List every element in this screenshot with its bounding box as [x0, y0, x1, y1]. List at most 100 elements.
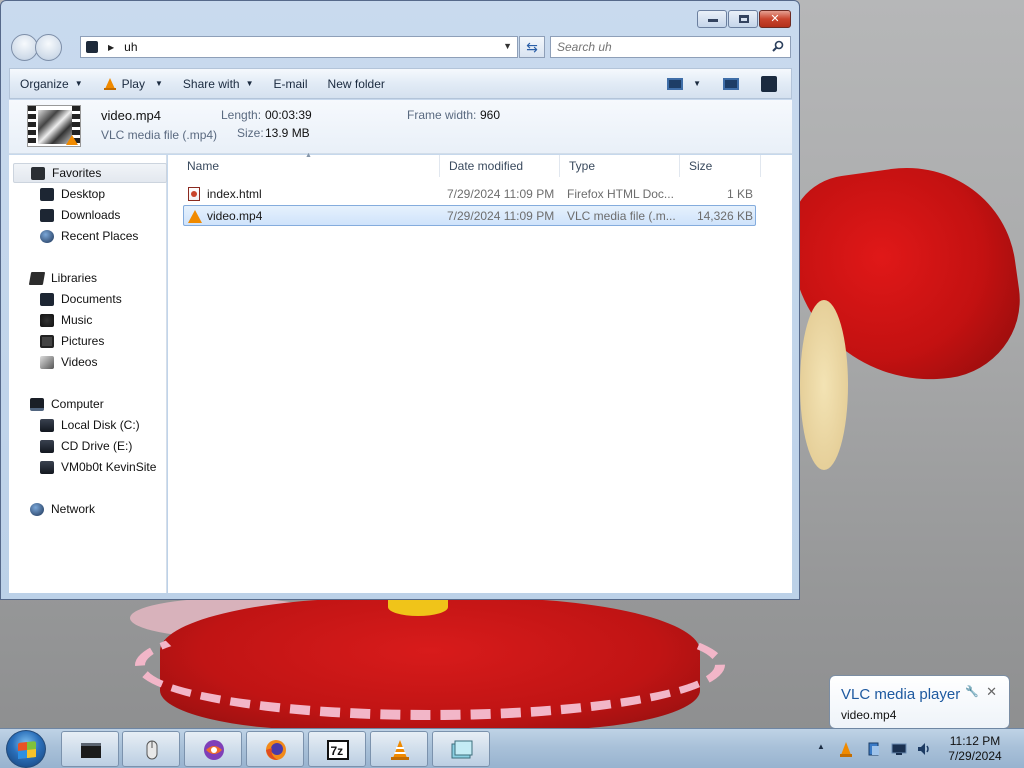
share-with-button[interactable]: Share with ▼ [173, 69, 264, 98]
window-controls: ✕ [697, 10, 791, 28]
nav-recent-places[interactable]: Recent Places [40, 226, 138, 246]
nav-network-label: Network [51, 502, 96, 516]
taskbar-app-cmd[interactable] [61, 731, 119, 767]
firefox-icon [266, 740, 286, 760]
file-row-video-mp4[interactable]: video.mp4 7/29/2024 11:09 PM VLC media f… [183, 205, 756, 226]
wallpaper-yellow-bow [388, 598, 448, 616]
size-label: Size: [237, 126, 264, 140]
nav-pictures[interactable]: Pictures [40, 331, 104, 351]
file-row-index-html[interactable]: index.html 7/29/2024 11:09 PM Firefox HT… [183, 184, 756, 205]
vlc-cone-icon [103, 77, 116, 90]
taskbar-app-browser[interactable] [184, 731, 242, 767]
vlc-cone-icon [188, 210, 202, 223]
taskbar-app-vlc[interactable] [370, 731, 428, 767]
size-value: 13.9 MB [265, 126, 310, 140]
vlc-cone-icon [391, 740, 409, 760]
nav-downloads-label: Downloads [61, 208, 121, 222]
browser-swirl-icon [204, 740, 224, 760]
email-button[interactable]: E-mail [264, 69, 318, 98]
refresh-button[interactable]: ⇆ [519, 36, 545, 58]
nav-recent-places-label: Recent Places [61, 229, 139, 243]
maximize-button[interactable] [728, 10, 758, 28]
nav-local-disk-label: Local Disk (C:) [61, 418, 140, 432]
show-hidden-icons-arrow-icon[interactable]: ▲ [817, 742, 825, 751]
close-icon: ✕ [770, 13, 780, 25]
column-header-size[interactable]: Size [680, 155, 761, 177]
nav-music[interactable]: Music [40, 310, 92, 330]
nav-favorites[interactable]: Favorites [13, 163, 167, 183]
organize-label: Organize [20, 76, 69, 91]
search-input[interactable] [557, 37, 757, 57]
taskbar-app-mouse[interactable] [122, 731, 180, 767]
volume-icon[interactable] [916, 741, 932, 757]
nav-videos[interactable]: Videos [40, 352, 97, 372]
change-view-icon[interactable] [667, 77, 684, 90]
selected-file-type: VLC media file (.mp4) [101, 128, 218, 142]
breadcrumb-current-folder[interactable]: uh [124, 40, 137, 54]
nav-documents[interactable]: Documents [40, 289, 122, 309]
search-box[interactable] [550, 36, 791, 58]
back-button[interactable] [11, 34, 38, 61]
length-label: Length: [221, 108, 262, 122]
column-header-date[interactable]: Date modified [440, 155, 560, 177]
nav-network-drive[interactable]: VM0b0t KevinSite [40, 457, 156, 477]
view-options-dropdown-icon[interactable]: ▼ [693, 79, 701, 88]
play-label: Play [121, 76, 145, 91]
command-bar: Organize ▼ Play ▼ Share with ▼ E-mail Ne… [9, 68, 792, 99]
file-size: 14,326 KB [696, 209, 753, 223]
nav-computer[interactable]: Computer [30, 394, 104, 414]
minimize-button[interactable] [697, 10, 727, 28]
file-date: 7/29/2024 11:09 PM [447, 187, 555, 201]
options-wrench-icon[interactable]: 🔧 [965, 685, 979, 698]
nav-local-disk[interactable]: Local Disk (C:) [40, 415, 140, 435]
search-icon[interactable] [772, 40, 784, 52]
wallpaper-hair [800, 300, 848, 470]
forward-button[interactable] [35, 34, 62, 61]
file-type: VLC media file (.m... [567, 209, 676, 223]
help-icon[interactable] [761, 75, 777, 92]
taskbar-app-7zip[interactable]: 7z [308, 731, 366, 767]
downloads-icon [40, 208, 54, 222]
nav-cd-drive-label: CD Drive (E:) [61, 439, 133, 453]
system-clock[interactable]: 11:12 PM 7/29/2024 [940, 734, 1010, 764]
network-icon [30, 502, 44, 516]
nav-favorites-label: Favorites [52, 166, 102, 180]
videos-icon [40, 355, 54, 369]
new-folder-label: New folder [327, 76, 385, 91]
nav-libraries[interactable]: Libraries [28, 268, 97, 288]
preview-pane-icon[interactable] [723, 77, 739, 90]
play-button[interactable]: Play ▼ [93, 69, 173, 98]
start-button[interactable] [6, 730, 46, 768]
nav-documents-label: Documents [61, 292, 122, 306]
action-center-icon[interactable] [866, 741, 882, 757]
organize-button[interactable]: Organize ▼ [10, 69, 93, 98]
details-header: video.mp4 VLC media file (.mp4) Length: … [9, 100, 792, 154]
close-button[interactable]: ✕ [759, 10, 791, 28]
history-nav [11, 34, 62, 61]
notification-balloon[interactable]: VLC media player 🔧 ✕ video.mp4 [829, 675, 1010, 737]
vlc-tray-icon[interactable] [838, 741, 854, 757]
pictures-icon [40, 334, 54, 348]
address-bar[interactable]: ▶ uh ▼ [80, 36, 518, 58]
nav-cd-drive[interactable]: CD Drive (E:) [40, 436, 132, 456]
breadcrumb-arrow-icon[interactable]: ▶ [108, 43, 114, 52]
maximize-icon [739, 15, 749, 23]
new-folder-button[interactable]: New folder [318, 69, 395, 98]
windows-logo-icon [18, 741, 36, 759]
7zip-icon: 7z [327, 740, 349, 760]
address-history-dropdown-icon[interactable]: ▼ [503, 41, 512, 51]
column-header-type[interactable]: Type [560, 155, 680, 177]
chevron-down-icon: ▼ [154, 79, 163, 88]
file-name: video.mp4 [207, 209, 263, 223]
column-header-name[interactable]: Name [178, 155, 440, 177]
documents-icon [40, 292, 54, 306]
nav-downloads[interactable]: Downloads [40, 205, 120, 225]
balloon-close-icon[interactable]: ✕ [986, 684, 997, 700]
network-tray-icon[interactable] [891, 741, 907, 757]
taskbar-app-firefox[interactable] [246, 731, 304, 767]
nav-desktop[interactable]: Desktop [40, 184, 105, 204]
file-size: 1 KB [726, 187, 753, 201]
taskbar-app-explorer[interactable] [432, 731, 490, 767]
recent-places-icon [40, 229, 54, 243]
nav-network[interactable]: Network [30, 499, 95, 519]
